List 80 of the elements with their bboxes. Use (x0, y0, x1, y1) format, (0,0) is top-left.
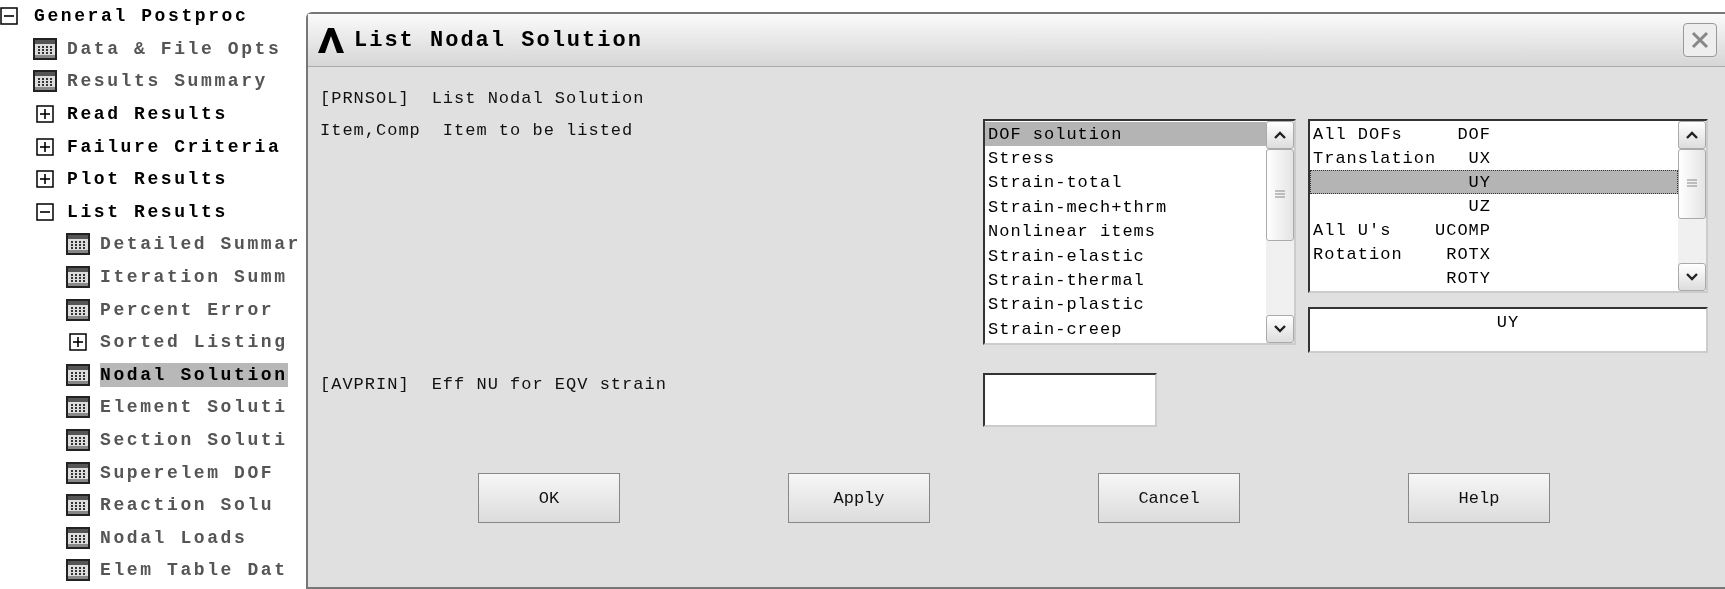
tree-item[interactable]: Sorted Listing (100, 330, 288, 355)
tree-item[interactable]: Nodal Solution (100, 362, 288, 387)
expand-icon[interactable] (36, 137, 54, 156)
list-item[interactable]: UY (1310, 170, 1678, 195)
list-item[interactable]: All DOFs DOF (1310, 122, 1678, 147)
list-item[interactable]: UZ (1310, 194, 1678, 219)
tree-item[interactable]: Nodal Loads (100, 525, 248, 550)
window-icon (33, 37, 57, 60)
list-item[interactable]: ROTY (1310, 266, 1678, 291)
scroll-thumb[interactable] (1266, 149, 1294, 241)
window-icon (66, 298, 90, 321)
close-button[interactable] (1683, 23, 1717, 57)
scrollbar[interactable] (1678, 121, 1706, 291)
list-item[interactable]: Strain-plastic (985, 292, 1266, 318)
command-label: List Nodal Solution (431, 88, 645, 108)
tree-item[interactable]: Plot Results (67, 167, 228, 192)
window-icon (66, 526, 90, 549)
expand-icon[interactable] (36, 170, 54, 189)
window-icon (66, 396, 90, 419)
field-label: Item to be listed (442, 121, 634, 140)
field-code: [AVPRIN] (320, 375, 410, 394)
scroll-down-button[interactable] (1678, 263, 1706, 291)
tree-item[interactable]: Read Results (67, 102, 228, 127)
window-icon (66, 461, 90, 484)
tree-item[interactable]: Iteration Summ (100, 265, 288, 290)
list-item[interactable]: Strain-total (985, 170, 1266, 196)
scroll-down-button[interactable] (1266, 315, 1294, 343)
tree-item[interactable]: Section Soluti (100, 428, 288, 452)
tree-item[interactable]: Reaction Solu (100, 493, 275, 518)
list-item[interactable]: Translation UX (1310, 146, 1678, 171)
list-item[interactable]: Strain-creep (985, 317, 1266, 342)
tree-item[interactable]: Element Soluti (100, 395, 288, 420)
collapse-icon[interactable] (36, 202, 54, 221)
list-item[interactable]: Stress (985, 146, 1266, 171)
scrollbar[interactable] (1266, 121, 1294, 343)
tree-item[interactable]: Failure Criteria (67, 134, 282, 159)
window-icon (66, 429, 90, 451)
grip-icon (1274, 190, 1286, 200)
window-icon (66, 559, 90, 582)
input-field[interactable]: UY (1308, 307, 1708, 353)
command-code: [PRNSOL] (320, 88, 410, 108)
list-item[interactable]: Strain-thermal (985, 268, 1266, 293)
scroll-thumb[interactable] (1678, 149, 1706, 219)
list-item[interactable]: Strain-mech+thrm (985, 195, 1266, 220)
tree-item[interactable]: Superelem DOF (100, 460, 275, 485)
tree-item[interactable]: List Results (67, 199, 228, 224)
item-list[interactable]: DOF solution Stress Strain-total Strain-mech+thrm Nonlinear items Strain-elastic Strain-thermal Strain-plastic Strain-creep (983, 119, 1296, 345)
logo-icon (316, 25, 346, 55)
tree-item[interactable]: Detailed Summar (100, 232, 302, 257)
tree-item[interactable]: Elem Table Dat (100, 558, 288, 583)
tree-item[interactable]: General Postproc (34, 4, 249, 29)
tree-item[interactable]: Percent Error (100, 297, 275, 322)
list-item[interactable]: All U's UCOMP (1310, 218, 1678, 243)
window-icon (66, 494, 90, 517)
input-field[interactable] (983, 373, 1157, 427)
field-label: Eff NU for EQV strain (431, 375, 667, 394)
list-item[interactable]: Rotation ROTX (1310, 242, 1678, 267)
scroll-up-button[interactable] (1266, 121, 1294, 149)
window-title: List Nodal Solution (354, 27, 644, 53)
window-icon (33, 70, 57, 93)
dialog-button[interactable]: Apply (788, 473, 930, 523)
dialog-button[interactable]: Cancel (1098, 473, 1240, 523)
component-list[interactable]: All DOFs DOF Translation UX UY UZ All U's UCOMP Rotation ROTX ROTY (1308, 119, 1708, 293)
list-item[interactable]: DOF solution (985, 122, 1266, 147)
dialog-button[interactable]: OK (478, 473, 620, 523)
expand-icon[interactable] (36, 105, 54, 124)
field-code: Item,Comp (320, 121, 421, 140)
window-icon (66, 266, 90, 289)
expand-icon[interactable] (69, 333, 87, 352)
window-icon (66, 363, 90, 386)
close-icon (1690, 30, 1710, 50)
tree-item[interactable]: Data & File Opts (67, 36, 282, 61)
dialog-button[interactable]: Help (1408, 473, 1550, 523)
collapse-icon[interactable] (0, 7, 18, 26)
list-item[interactable]: Strain-elastic (985, 243, 1266, 269)
list-item[interactable]: Nonlinear items (985, 219, 1266, 244)
tree-item[interactable]: Results Summary (67, 69, 269, 94)
grip-icon (1686, 179, 1698, 189)
window-icon (66, 233, 90, 256)
scroll-up-button[interactable] (1678, 121, 1706, 149)
